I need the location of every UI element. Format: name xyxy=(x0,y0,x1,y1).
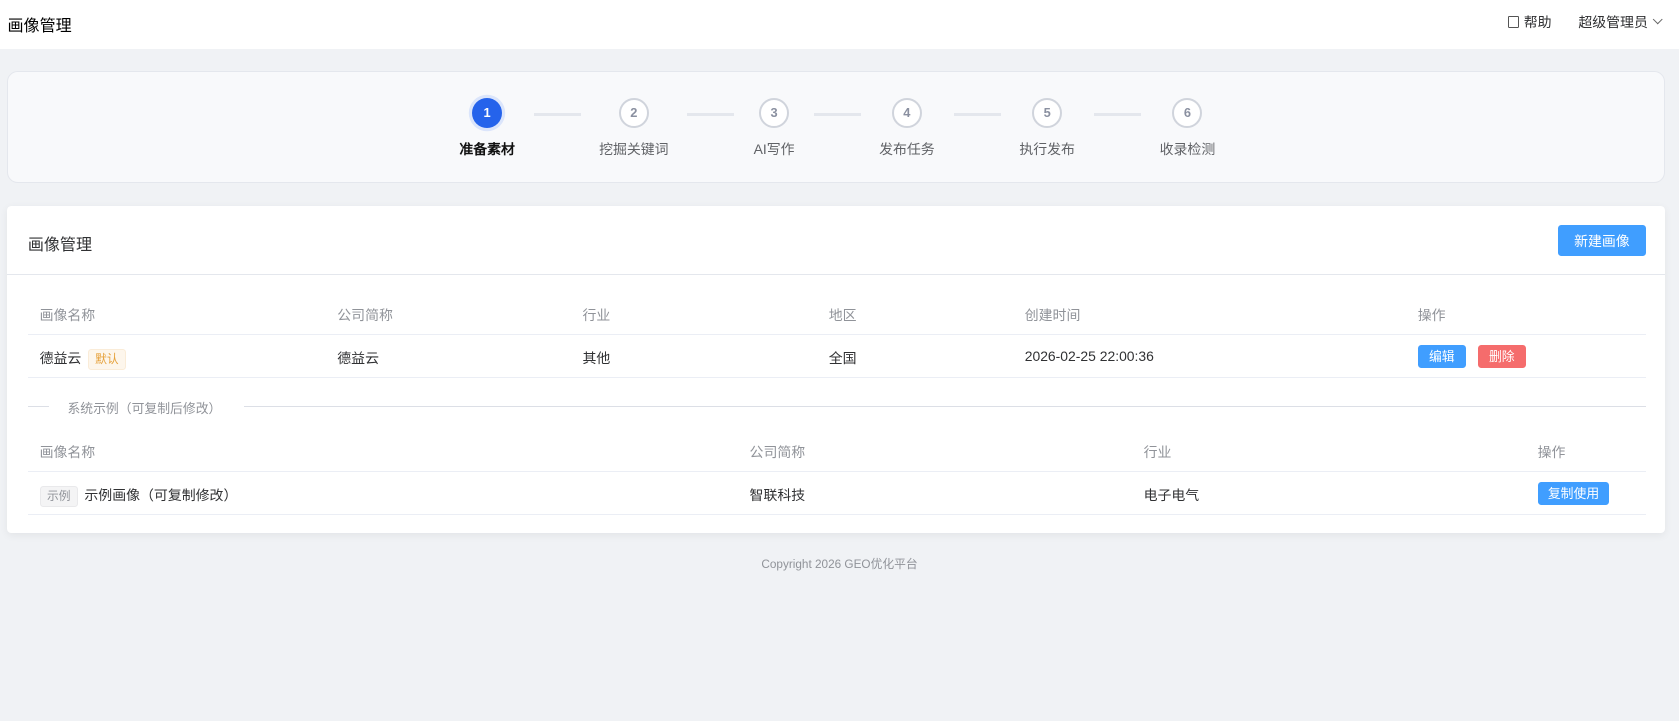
step-number: 1 xyxy=(472,98,503,129)
step-label: 发布任务 xyxy=(879,141,935,158)
chevron-down-icon xyxy=(1652,14,1664,25)
table-row: 德益云 默认 德益云 其他 全国 2026-02-25 22:00:36 编辑 删… xyxy=(27,335,1646,378)
step-4[interactable]: 4 发布任务 xyxy=(843,98,971,159)
industry: 其他 xyxy=(582,349,611,366)
step-number: 4 xyxy=(891,98,922,129)
step-3[interactable]: 3 AI写作 xyxy=(710,98,838,159)
step-number: 2 xyxy=(618,98,649,129)
top-bar: 画像管理 帮助 超级管理员 xyxy=(0,0,1679,50)
sample-divider-label: 系统示例（可复制后修改） xyxy=(67,401,222,417)
col-company: 公司简称 xyxy=(749,444,806,461)
profile-name-cell: 德益云 默认 xyxy=(39,348,127,371)
step-number: 5 xyxy=(1032,98,1063,129)
step-6[interactable]: 6 收录检测 xyxy=(1123,98,1251,159)
divider xyxy=(7,274,1666,276)
step-number: 6 xyxy=(1172,98,1203,129)
step-label: 挖掘关键词 xyxy=(599,141,669,158)
new-profile-button[interactable]: 新建画像 xyxy=(1558,224,1646,256)
company: 德益云 xyxy=(337,349,379,366)
created-time: 2026-02-25 22:00:36 xyxy=(1024,347,1154,364)
step-number: 3 xyxy=(759,98,790,129)
step-label: AI写作 xyxy=(753,141,795,158)
profile-name: 德益云 xyxy=(39,349,82,366)
user-name: 超级管理员 xyxy=(1578,13,1648,30)
profile-card: 画像管理 新建画像 画像名称 公司简称 行业 地区 创建时间 操作 德益云 默认 … xyxy=(7,205,1666,534)
divider-line xyxy=(27,405,50,407)
app-title: 画像管理 xyxy=(7,16,72,35)
region: 全国 xyxy=(828,349,857,366)
step-label: 收录检测 xyxy=(1159,141,1216,158)
col-actions: 操作 xyxy=(1417,307,1446,324)
copy-use-button[interactable]: 复制使用 xyxy=(1537,481,1610,506)
steps-bar: 1 准备素材 2 挖掘关键词 3 AI写作 4 发布任务 5 执行发布 6 收录检测 xyxy=(7,70,1666,184)
delete-button[interactable]: 删除 xyxy=(1477,344,1526,369)
table-row: 示例 示例画像（可复制修改） 智联科技 电子电气 复制使用 xyxy=(27,472,1646,515)
profile-table: 画像名称 公司简称 行业 地区 创建时间 操作 德益云 默认 德益云 其他 全国 … xyxy=(27,292,1646,378)
user-menu[interactable]: 超级管理员 xyxy=(1578,12,1664,32)
step-2[interactable]: 2 挖掘关键词 xyxy=(570,98,698,159)
table-header: 画像名称 公司简称 行业 操作 xyxy=(27,429,1646,473)
sample-divider: 系统示例（可复制后修改） xyxy=(27,398,1646,416)
step-5[interactable]: 5 执行发布 xyxy=(983,98,1111,159)
step-1[interactable]: 1 准备素材 xyxy=(423,98,551,159)
help-link[interactable]: 帮助 xyxy=(1507,12,1552,32)
card-title: 画像管理 xyxy=(27,236,93,255)
col-industry: 行业 xyxy=(582,307,611,324)
step-label: 执行发布 xyxy=(1019,141,1075,158)
default-badge: 默认 xyxy=(87,348,127,371)
col-name: 画像名称 xyxy=(39,444,96,461)
divider-line xyxy=(244,405,1646,407)
sample-name: 示例画像（可复制修改） xyxy=(84,486,238,503)
footer-copyright: Copyright 2026 GEO优化平台 xyxy=(761,557,918,571)
sample-badge: 示例 xyxy=(39,485,78,508)
col-region: 地区 xyxy=(828,307,857,324)
col-created: 创建时间 xyxy=(1024,307,1081,324)
col-actions: 操作 xyxy=(1537,444,1566,461)
sample-name-cell: 示例 示例画像（可复制修改） xyxy=(39,485,238,508)
col-industry: 行业 xyxy=(1143,444,1172,461)
help-label: 帮助 xyxy=(1523,13,1552,30)
col-name: 画像名称 xyxy=(39,307,96,324)
edit-button[interactable]: 编辑 xyxy=(1417,344,1466,369)
table-header: 画像名称 公司简称 行业 地区 创建时间 操作 xyxy=(27,292,1646,336)
col-company: 公司简称 xyxy=(337,307,393,324)
industry: 电子电气 xyxy=(1143,486,1200,503)
sample-table: 画像名称 公司简称 行业 操作 示例 示例画像（可复制修改） 智联科技 电子电气 … xyxy=(27,429,1646,515)
step-label: 准备素材 xyxy=(459,141,515,158)
company: 智联科技 xyxy=(749,486,806,503)
book-icon xyxy=(1507,15,1520,28)
